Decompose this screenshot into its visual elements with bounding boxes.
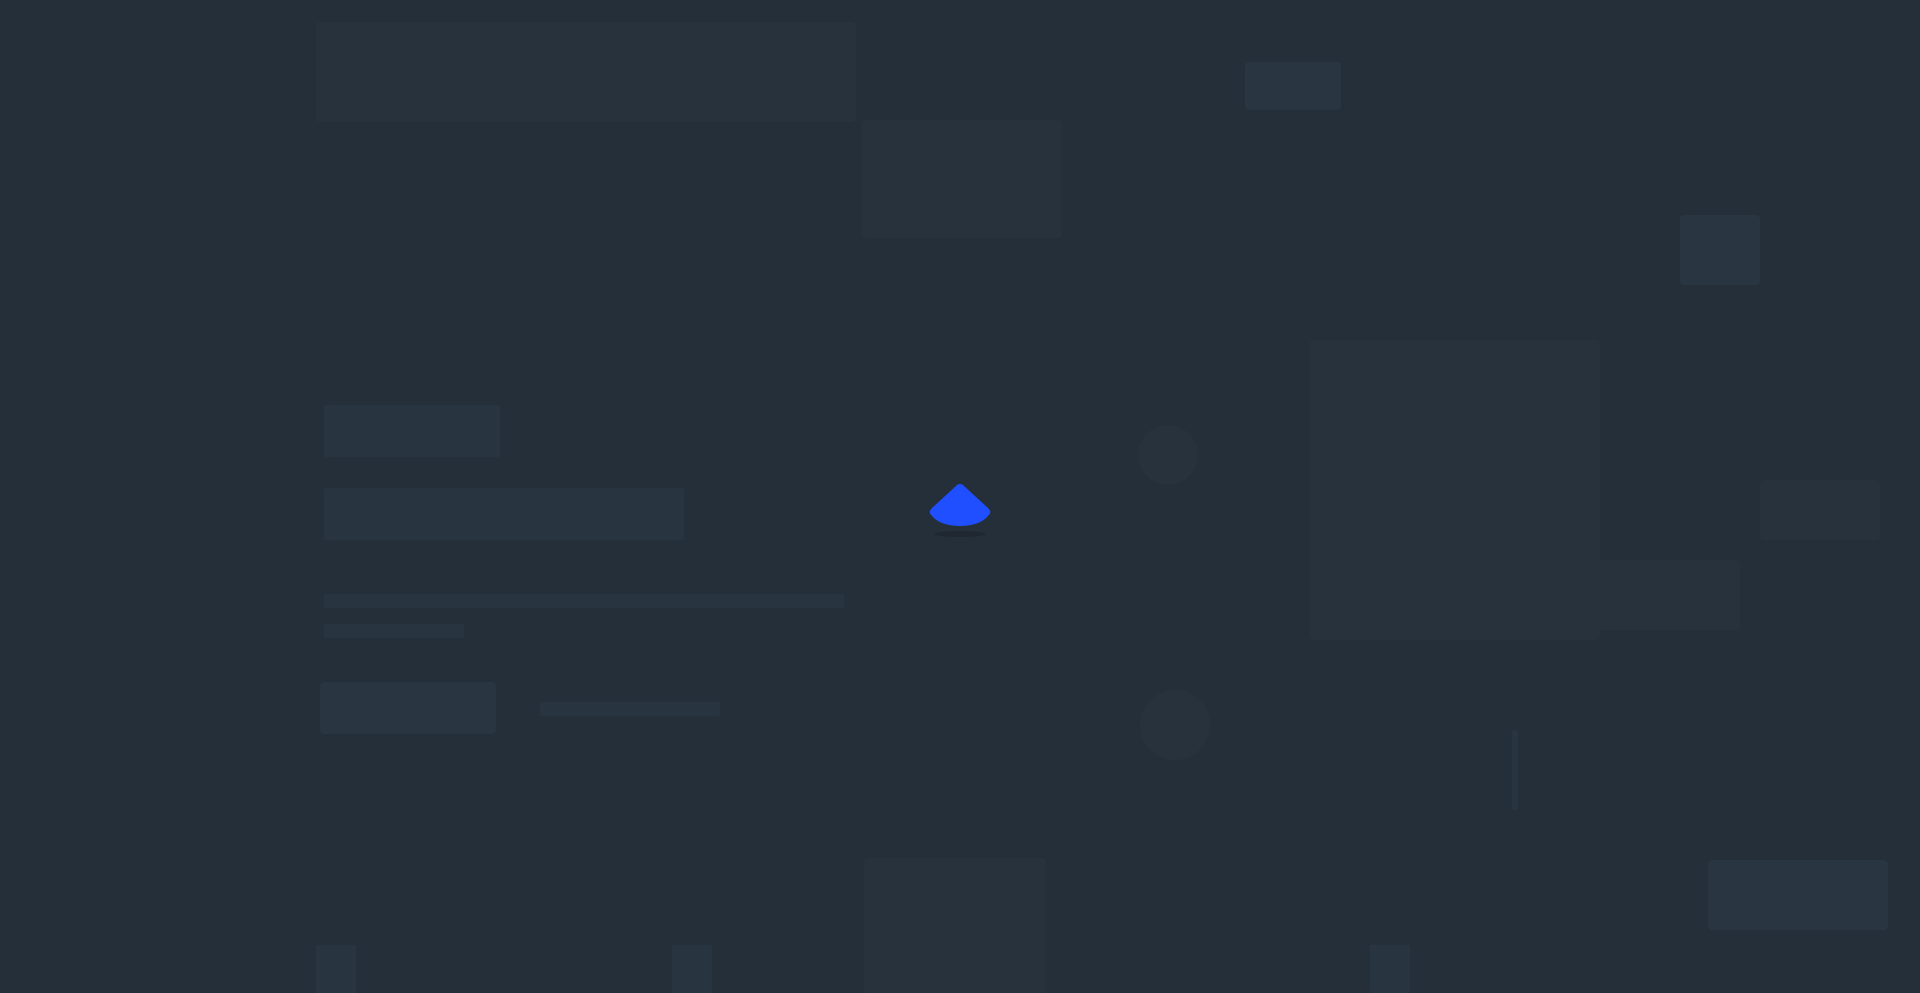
loading-spinner-icon: [929, 484, 991, 537]
loading-spinner: [928, 484, 992, 538]
loading-overlay: [0, 0, 1920, 993]
page-stage: [0, 0, 1920, 993]
